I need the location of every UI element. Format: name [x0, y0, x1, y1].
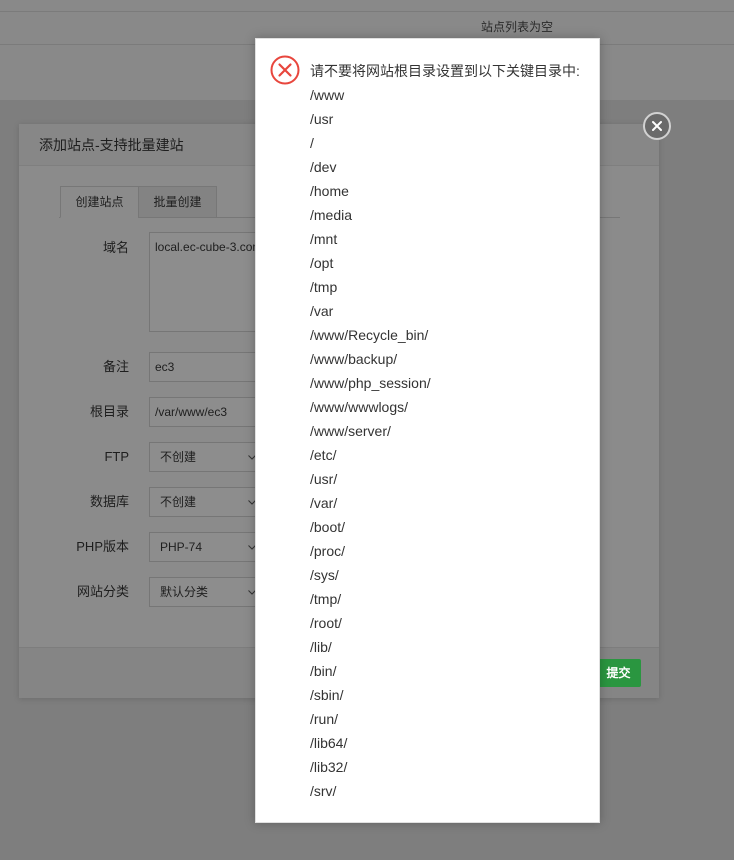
forbidden-path: /dev	[310, 159, 337, 175]
forbidden-path: /home	[310, 183, 349, 199]
site-category-select-value: 默认分类	[160, 585, 209, 599]
forbidden-path: /etc/	[310, 447, 337, 463]
forbidden-path: /usr/	[310, 471, 338, 487]
site-category-select[interactable]: 默认分类	[149, 577, 265, 607]
forbidden-path: /www	[310, 87, 345, 103]
ftp-select[interactable]: 不创建	[149, 442, 265, 472]
forbidden-path: /var	[310, 303, 334, 319]
ftp-select-value: 不创建	[160, 450, 197, 464]
forbidden-path: /bin/	[310, 663, 337, 679]
php-version-select-value: PHP-74	[160, 540, 203, 554]
root-dir-label: 根目录	[89, 404, 129, 419]
forbidden-path: /usr	[310, 111, 334, 127]
database-select[interactable]: 不创建	[149, 487, 265, 517]
forbidden-path: /var/	[310, 495, 338, 511]
submit-button[interactable]: 提交	[596, 659, 641, 687]
forbidden-path: /proc/	[310, 543, 346, 559]
error-alert: 请不要将网站根目录设置到以下关键目录中: /www /usr / /dev /h…	[255, 38, 600, 823]
alert-message: 请不要将网站根目录设置到以下关键目录中:	[310, 63, 580, 79]
forbidden-path: /	[310, 135, 314, 151]
site-category-label: 网站分类	[76, 584, 129, 599]
tab-create-site[interactable]: 创建站点	[60, 186, 139, 218]
forbidden-path: /opt	[310, 255, 334, 271]
error-circle-x-icon	[270, 55, 300, 85]
tab-batch-create[interactable]: 批量创建	[138, 186, 217, 218]
forbidden-path: /www/Recycle_bin/	[310, 327, 429, 343]
close-icon	[652, 121, 662, 131]
table-divider	[0, 11, 734, 12]
forbidden-path: /boot/	[310, 519, 346, 535]
forbidden-path: /tmp	[310, 279, 338, 295]
forbidden-path: /www/server/	[310, 423, 391, 439]
dialog-close-button[interactable]	[643, 112, 671, 140]
forbidden-path: /root/	[310, 615, 342, 631]
forbidden-path: /www/wwwlogs/	[310, 399, 409, 415]
forbidden-path: /srv/	[310, 783, 337, 799]
forbidden-path: /sys/	[310, 567, 339, 583]
forbidden-path: /www/php_session/	[310, 375, 431, 391]
forbidden-path: /tmp/	[310, 591, 342, 607]
forbidden-path: /sbin/	[310, 687, 344, 703]
empty-list-message: 站点列表为空	[481, 20, 554, 34]
forbidden-path: /lib/	[310, 639, 332, 655]
forbidden-path: /mnt	[310, 231, 338, 247]
forbidden-path: /lib32/	[310, 759, 348, 775]
alert-body: 请不要将网站根目录设置到以下关键目录中: /www /usr / /dev /h…	[310, 59, 595, 803]
forbidden-path: /media	[310, 207, 353, 223]
forbidden-path: /www/backup/	[310, 351, 398, 367]
php-version-label: PHP版本	[76, 539, 129, 554]
remark-label: 备注	[102, 359, 129, 374]
database-label: 数据库	[89, 494, 129, 509]
domain-label: 域名	[102, 240, 129, 255]
database-select-value: 不创建	[160, 495, 197, 509]
forbidden-path: /run/	[310, 711, 339, 727]
php-version-select[interactable]: PHP-74	[149, 532, 265, 562]
forbidden-path: /lib64/	[310, 735, 348, 751]
ftp-label: FTP	[104, 449, 129, 464]
